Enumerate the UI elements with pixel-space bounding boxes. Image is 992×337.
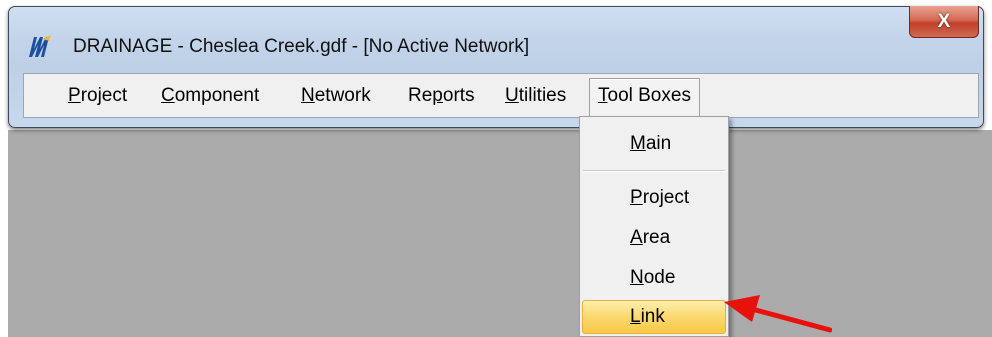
app-window: DRAINAGE - Cheslea Creek.gdf - [No Activ…: [8, 6, 984, 128]
menu-reports[interactable]: Reports: [408, 74, 475, 117]
dropdown-item-node[interactable]: Node: [630, 267, 675, 289]
red-arrow-icon: [724, 295, 832, 333]
drainage-app-icon: [29, 35, 51, 57]
dropdown-item-area[interactable]: Area: [630, 227, 670, 249]
workspace-background: [8, 130, 992, 337]
tool-boxes-dropdown: Main Project Area Node Link: [579, 116, 729, 337]
menu-network[interactable]: Network: [301, 74, 371, 117]
menu-utilities[interactable]: Utilities: [505, 74, 566, 117]
close-button[interactable]: X: [909, 6, 979, 38]
menu-bar: Project Component Network Reports Utilit…: [23, 73, 979, 118]
menu-separator: [583, 170, 725, 172]
menu-tool-boxes[interactable]: Tool Boxes: [589, 78, 700, 118]
menu-component[interactable]: Component: [161, 74, 259, 117]
dropdown-item-project[interactable]: Project: [630, 187, 689, 209]
dropdown-item-link[interactable]: Link: [630, 306, 665, 328]
close-icon: X: [937, 10, 951, 32]
dropdown-item-main[interactable]: Main: [630, 133, 671, 155]
window-title: DRAINAGE - Cheslea Creek.gdf - [No Activ…: [73, 36, 530, 57]
menu-project[interactable]: Project: [68, 74, 127, 117]
